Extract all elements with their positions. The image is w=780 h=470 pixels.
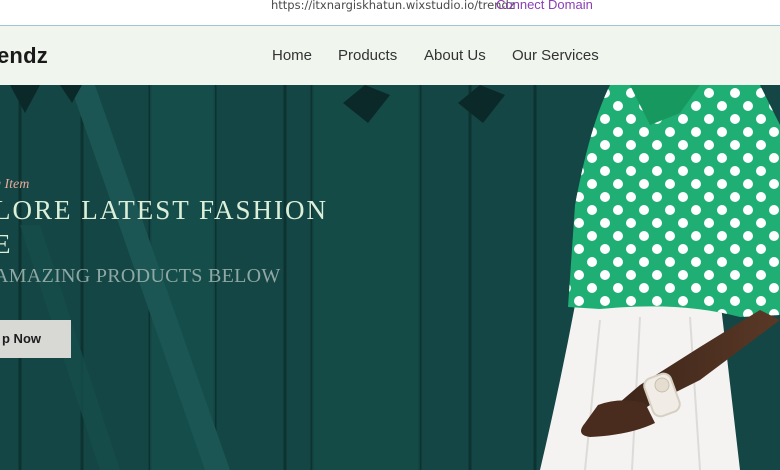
hero-headline-line-1: LORE LATEST FASHION <box>0 195 329 225</box>
connect-domain-link[interactable]: Connect Domain <box>496 0 593 12</box>
site-header: endz Home Products About Us Our Services <box>0 26 780 85</box>
shop-now-button[interactable]: p Now <box>0 320 71 358</box>
nav-home[interactable]: Home <box>272 47 312 64</box>
nav-about-us[interactable]: About Us <box>424 47 486 64</box>
site-logo[interactable]: endz <box>0 43 48 69</box>
hero-headline-line-2: E <box>0 229 13 259</box>
nav-products[interactable]: Products <box>338 47 397 64</box>
nav-our-services[interactable]: Our Services <box>512 47 599 64</box>
hero-subheading: AMAZING PRODUCTS BELOW <box>0 265 281 287</box>
browser-url-bar: https://itxnargiskhatun.wixstudio.io/tre… <box>0 0 780 26</box>
hero-headline: LORE LATEST FASHION E <box>0 193 374 261</box>
hero-section: g Item LORE LATEST FASHION E AMAZING PRO… <box>0 85 780 470</box>
hero-tagline: g Item <box>0 177 30 192</box>
site-url[interactable]: https://itxnargiskhatun.wixstudio.io/tre… <box>271 0 515 12</box>
